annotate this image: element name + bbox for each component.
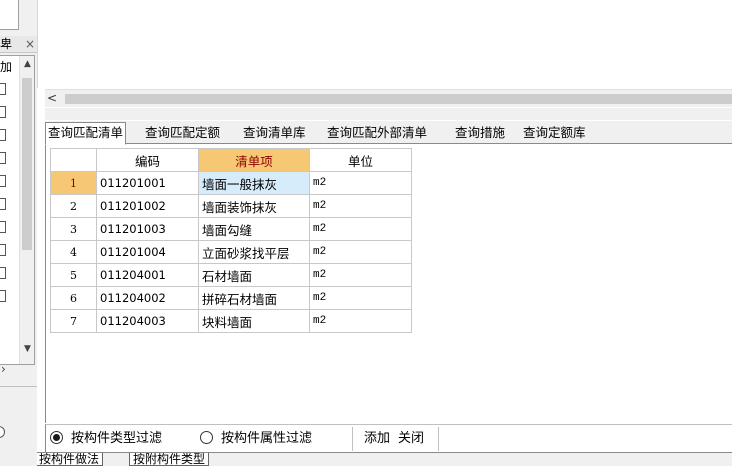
query-tabs: 查询匹配清单 查询匹配定额 查询清单库 查询匹配外部清单 查询措施 查询定额库	[45, 121, 732, 145]
row-number[interactable]: 3	[50, 217, 97, 241]
close-icon[interactable]: ×	[25, 36, 35, 52]
tab-query-matched-quota[interactable]: 查询匹配定额	[143, 123, 222, 144]
row-number[interactable]: 4	[50, 240, 97, 264]
table-header-row: 编码 清单项 单位	[50, 148, 412, 172]
checkbox[interactable]	[0, 83, 6, 95]
unit-column-header[interactable]: 单位	[309, 148, 412, 172]
left-expand-row[interactable]: ›	[0, 362, 35, 376]
separator	[438, 427, 439, 451]
table-row[interactable]: 6 011204002 拼碎石材墙面 m2	[50, 286, 412, 310]
tab-query-measures[interactable]: 查询措施	[453, 123, 507, 144]
radio-selected-icon[interactable]	[50, 431, 63, 444]
bill-name-cell[interactable]: 墙面装饰抹灰	[198, 194, 310, 218]
bill-grid-area: 编码 清单项 单位 1 011201001 墙面一般抹灰 m2 2 011201…	[45, 145, 732, 423]
bill-code-cell[interactable]: 011201001	[96, 171, 199, 195]
left-tree-list[interactable]: 加 ▲ ▼	[0, 55, 35, 365]
left-top-box	[0, 0, 19, 30]
left-panel-title-text: 卑	[0, 37, 13, 51]
main-panel: < 查询匹配清单 查询匹配定额 查询清单库 查询匹配外部清单 查询措施 查询定额…	[37, 0, 732, 466]
bill-name-cell[interactable]: 墙面勾缝	[198, 217, 310, 241]
bill-code-cell[interactable]: 011204002	[96, 286, 199, 310]
table-row[interactable]: 7 011204003 块料墙面 m2	[50, 309, 412, 333]
bill-code-cell[interactable]: 011201002	[96, 194, 199, 218]
row-number[interactable]: 7	[50, 309, 97, 333]
radio-unselected-icon[interactable]	[200, 431, 213, 444]
code-column-header[interactable]: 编码	[96, 148, 199, 172]
bill-unit-cell[interactable]: m2	[309, 194, 412, 218]
filter-by-attribute-label: 按构件属性过滤	[221, 431, 313, 446]
bill-name-cell[interactable]: 块料墙面	[198, 309, 310, 333]
bill-code-cell[interactable]: 011201004	[96, 240, 199, 264]
tab-query-external-bill[interactable]: 查询匹配外部清单	[325, 123, 429, 144]
close-button[interactable]: 关闭	[398, 431, 424, 447]
tab-query-quota-library[interactable]: 查询定额库	[521, 123, 588, 144]
left-panel: 卑 × 加 ▲ ▼ ›	[0, 0, 37, 466]
row-number-header[interactable]	[50, 148, 97, 172]
bill-unit-cell[interactable]: m2	[309, 263, 412, 287]
bottom-tab-strip: 按构件做法 按附构件类型	[37, 452, 732, 466]
scroll-down-icon[interactable]: ▼	[20, 341, 34, 358]
bill-unit-cell[interactable]: m2	[309, 286, 412, 310]
table-row[interactable]: 2 011201002 墙面装饰抹灰 m2	[50, 194, 412, 218]
bill-code-cell[interactable]: 011204003	[96, 309, 199, 333]
tab-by-component-method[interactable]: 按构件做法	[37, 453, 104, 466]
left-divider	[0, 386, 37, 387]
row-number[interactable]: 6	[50, 286, 97, 310]
bill-code-cell[interactable]: 011204001	[96, 263, 199, 287]
scroll-thumb[interactable]	[22, 78, 32, 250]
bill-table: 编码 清单项 单位 1 011201001 墙面一般抹灰 m2 2 011201…	[50, 148, 412, 333]
checkbox[interactable]	[0, 129, 6, 141]
checkbox[interactable]	[0, 106, 6, 118]
filter-by-type-radio[interactable]: 按构件类型过滤	[50, 431, 162, 447]
filter-by-type-label: 按构件类型过滤	[71, 431, 163, 446]
scroll-up-icon[interactable]: ▲	[20, 56, 34, 73]
horizontal-scrollbar[interactable]: <	[45, 89, 732, 107]
separator	[352, 427, 353, 451]
radio-button[interactable]	[0, 426, 5, 438]
table-row[interactable]: 4 011201004 立面砂浆找平层 m2	[50, 240, 412, 264]
row-number[interactable]: 1	[50, 171, 97, 195]
splitter-bar[interactable]	[45, 108, 732, 120]
left-panel-title: 卑 ×	[0, 36, 37, 53]
checkbox[interactable]	[0, 198, 6, 210]
tab-query-bill-library[interactable]: 查询清单库	[241, 123, 308, 144]
bill-unit-cell[interactable]: m2	[309, 171, 412, 195]
scroll-left-icon[interactable]: <	[47, 90, 61, 107]
bill-item-column-header[interactable]: 清单项	[198, 148, 310, 172]
left-list-header: 加	[0, 60, 13, 74]
checkbox[interactable]	[0, 175, 6, 187]
bill-unit-cell[interactable]: m2	[309, 217, 412, 241]
row-number[interactable]: 2	[50, 194, 97, 218]
bill-unit-cell[interactable]: m2	[309, 309, 412, 333]
bill-name-cell[interactable]: 拼碎石材墙面	[198, 286, 310, 310]
checkbox[interactable]	[0, 267, 6, 279]
filter-by-attribute-radio[interactable]: 按构件属性过滤	[200, 431, 312, 447]
table-row[interactable]: 5 011204001 石材墙面 m2	[50, 263, 412, 287]
checkbox[interactable]	[0, 221, 6, 233]
add-button[interactable]: 添加	[364, 431, 390, 447]
filter-action-bar: 按构件类型过滤 按构件属性过滤 添加 关闭	[45, 424, 732, 452]
top-content-area	[37, 0, 732, 88]
bill-name-cell[interactable]: 石材墙面	[198, 263, 310, 287]
row-number[interactable]: 5	[50, 263, 97, 287]
checkbox[interactable]	[0, 152, 6, 164]
bill-name-cell[interactable]: 墙面一般抹灰	[198, 171, 310, 195]
table-row[interactable]: 1 011201001 墙面一般抹灰 m2	[50, 171, 412, 195]
bill-code-cell[interactable]: 011201003	[96, 217, 199, 241]
left-vertical-scrollbar[interactable]: ▲ ▼	[19, 56, 34, 364]
bill-unit-cell[interactable]: m2	[309, 240, 412, 264]
checkbox[interactable]	[0, 290, 6, 302]
horizontal-scroll-thumb[interactable]	[65, 94, 732, 104]
chevron-right-icon[interactable]: ›	[1, 362, 6, 376]
tab-by-attached-component-type[interactable]: 按附构件类型	[129, 453, 210, 466]
checkbox[interactable]	[0, 244, 6, 256]
tab-query-matched-bill[interactable]: 查询匹配清单	[45, 122, 127, 145]
table-row[interactable]: 3 011201003 墙面勾缝 m2	[50, 217, 412, 241]
bill-name-cell[interactable]: 立面砂浆找平层	[198, 240, 310, 264]
